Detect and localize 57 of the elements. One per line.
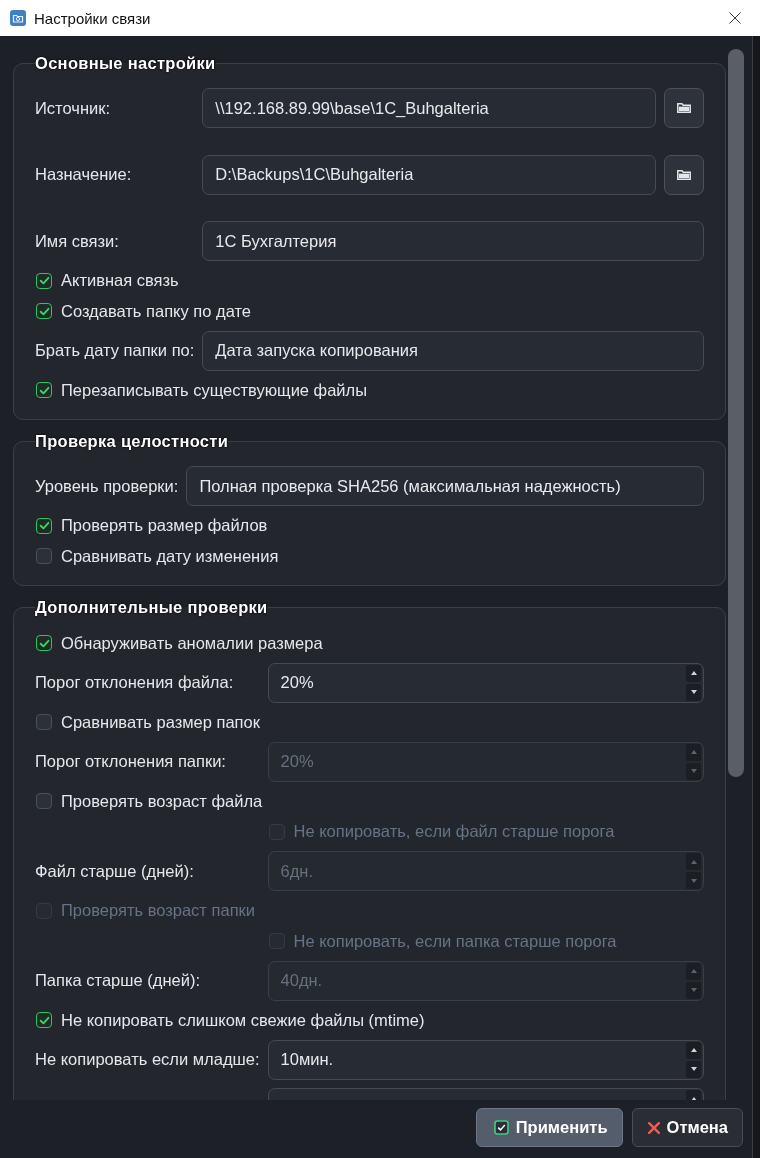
cancel-button[interactable]: Отмена bbox=[631, 1108, 743, 1147]
close-button[interactable] bbox=[727, 10, 743, 26]
field-label: Уровень проверки: bbox=[35, 476, 179, 496]
text-field[interactable]: Полная проверка SHA256 (максимальная надежность) bbox=[186, 466, 704, 506]
checkbox-option[interactable]: Сравнивать размер папок bbox=[35, 711, 260, 733]
up-arrow-icon bbox=[690, 1048, 697, 1052]
apply-button[interactable]: Применить bbox=[475, 1108, 623, 1147]
spin-box[interactable]: 20% bbox=[267, 662, 704, 703]
spin-up-button[interactable] bbox=[686, 664, 701, 682]
checkbox-option[interactable]: Перезаписывать существующие файлы bbox=[35, 379, 368, 401]
group-title: Проверка целостности bbox=[35, 432, 229, 450]
text-field[interactable]: 1С Бухгалтерия bbox=[202, 221, 704, 261]
spin-down-button[interactable] bbox=[686, 683, 701, 701]
close-icon bbox=[729, 12, 741, 24]
up-arrow-icon bbox=[690, 1096, 697, 1100]
app-icon bbox=[10, 10, 26, 26]
spin-down-button[interactable] bbox=[686, 1060, 701, 1078]
field-label: Назначение: bbox=[35, 165, 133, 184]
checkbox-option[interactable]: Сравнивать дату изменения bbox=[35, 545, 279, 567]
path-field[interactable]: D:\Backups\1C\Buhgalteria bbox=[202, 154, 656, 195]
browse-button[interactable] bbox=[664, 88, 704, 128]
up-arrow-icon bbox=[690, 750, 697, 754]
checkbox-option[interactable]: Создавать папку по дате bbox=[35, 300, 252, 322]
field-label: Источник: bbox=[35, 98, 112, 118]
spin-up-button[interactable] bbox=[686, 1041, 701, 1059]
field-label: Порог отклонения файла: bbox=[35, 673, 235, 692]
down-arrow-icon bbox=[690, 878, 697, 883]
checkbox-option[interactable]: Обнаруживать аномалии размера bbox=[35, 632, 323, 654]
checkbox-option[interactable]: Активная связь bbox=[35, 269, 179, 292]
down-arrow-icon bbox=[690, 988, 697, 992]
field-label: Не копировать если младше: bbox=[35, 1050, 260, 1069]
browse-button[interactable] bbox=[664, 154, 704, 195]
down-arrow-icon bbox=[690, 690, 697, 694]
text-field[interactable]: Дата запуска копирования bbox=[202, 330, 704, 371]
cross-icon bbox=[647, 1121, 660, 1134]
check-icon bbox=[493, 1120, 509, 1135]
up-arrow-icon bbox=[690, 969, 697, 973]
down-arrow-icon bbox=[690, 1067, 697, 1071]
folder-icon bbox=[677, 169, 691, 180]
field-label: Файл старше (дней): bbox=[35, 861, 195, 881]
checkbox-option[interactable]: Проверять возраст файла bbox=[35, 790, 263, 812]
checkbox-option[interactable]: Проверять размер файлов bbox=[35, 514, 268, 537]
window-title: Настройки связи bbox=[34, 9, 152, 27]
down-arrow-icon bbox=[690, 769, 697, 773]
spin-box[interactable]: 10мин. bbox=[267, 1039, 704, 1080]
field-label: Брать дату папки по: bbox=[35, 341, 195, 360]
group-title: Дополнительные проверки bbox=[35, 598, 268, 616]
path-field[interactable]: \\192.168.89.99\base\1C_Buhgalteria bbox=[202, 88, 656, 128]
field-label: Порог отклонения папки: bbox=[35, 752, 227, 771]
field-label: Папка старше (дней): bbox=[35, 971, 201, 990]
folder-icon bbox=[677, 103, 691, 113]
field-label: Имя связи: bbox=[35, 231, 120, 251]
checkbox-option[interactable]: Не копировать слишком свежие файлы (mtime) bbox=[35, 1009, 425, 1031]
scrollbar-thumb[interactable] bbox=[728, 49, 744, 777]
up-arrow-icon bbox=[690, 859, 697, 864]
group-title: Основные настройки bbox=[35, 54, 216, 72]
up-arrow-icon bbox=[690, 671, 697, 675]
